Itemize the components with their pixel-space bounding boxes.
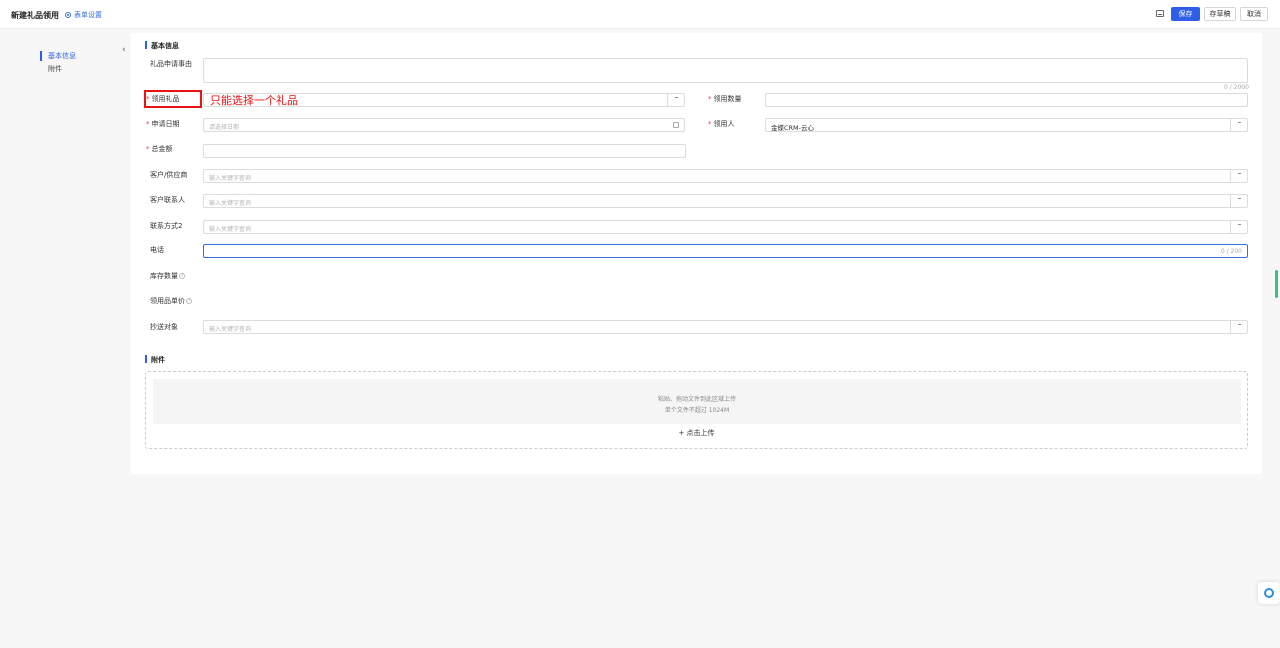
chevron-left-icon[interactable]: ‹ [122, 46, 129, 55]
recipient-select[interactable]: 金蝶CRM-云心 ··· [765, 118, 1248, 132]
more-icon[interactable]: ··· [1230, 119, 1247, 131]
total-amount-input[interactable] [203, 144, 686, 158]
apply-date-picker[interactable]: 请选择日期 [203, 118, 685, 132]
unit-price-label-text: 领用品单价 [150, 297, 185, 305]
click-upload-label: 点击上传 [686, 429, 715, 437]
more-icon[interactable]: ··· [1230, 221, 1247, 233]
drop-hint: 粘贴、拖动文件到此区域上传 [657, 396, 736, 403]
assistant-button[interactable] [1258, 582, 1280, 604]
recipient-label: * 领用人 [708, 119, 735, 129]
customer-supplier-label: 客户/供应商 [150, 171, 188, 179]
required-mark: * [146, 145, 150, 153]
settings-icon [65, 12, 71, 18]
unit-price-label: 领用品单价? [150, 296, 192, 306]
size-limit-hint: 单个文件不超过 1024M [664, 407, 730, 414]
page-title: 新建礼品领用 [11, 11, 59, 20]
nav-item-basic-info[interactable]: 基本信息 [40, 50, 76, 63]
plus-icon: + [678, 429, 687, 437]
contact-method2-input[interactable]: 输入关键字查询 ··· [203, 220, 1248, 234]
apply-date-placeholder: 请选择日期 [209, 124, 240, 131]
scrollbar-thumb[interactable] [1275, 270, 1278, 298]
section-title-basic: 基本信息 [145, 41, 179, 51]
phone-counter: 0 / 200 [1220, 248, 1242, 255]
help-icon[interactable]: ? [179, 273, 185, 279]
click-upload-button[interactable]: + 点击上传 [146, 428, 1247, 438]
drop-zone[interactable]: 粘贴、拖动文件到此区域上传 单个文件不超过 1024M [153, 379, 1241, 424]
more-icon[interactable]: ··· [667, 94, 684, 106]
contact-method2-label: 联系方式2 [150, 222, 183, 230]
cc-placeholder: 输入关键字查询 [209, 326, 252, 333]
quantity-label: * 领用数量 [708, 94, 742, 104]
phone-label: 电话 [150, 246, 164, 254]
cancel-button[interactable]: 取消 [1240, 7, 1268, 21]
form-settings-label: 表单设置 [74, 11, 102, 19]
customer-contact-label: 客户联系人 [150, 196, 185, 204]
recipient-label-text: 领用人 [713, 120, 735, 128]
save-draft-button[interactable]: 存草稿 [1204, 7, 1236, 21]
top-bar: 新建礼品领用 表单设置 保存 存草稿 取消 [0, 0, 1280, 29]
cc-input[interactable]: 输入关键字查询 ··· [203, 320, 1248, 334]
section-title-attachment: 附件 [145, 355, 165, 365]
assistant-icon [1264, 588, 1274, 598]
print-icon[interactable] [1156, 10, 1164, 17]
annotation-text: 只能选择一个礼品 [210, 94, 298, 107]
more-icon[interactable]: ··· [1230, 195, 1247, 207]
customer-contact-input[interactable]: 输入关键字查询 ··· [203, 194, 1248, 208]
upload-area[interactable]: 粘贴、拖动文件到此区域上传 单个文件不超过 1024M + 点击上传 [145, 371, 1248, 449]
nav-item-attachment[interactable]: 附件 [40, 63, 76, 76]
calendar-icon [673, 122, 679, 128]
required-mark: * [708, 95, 712, 103]
help-icon[interactable]: ? [186, 298, 192, 304]
quantity-label-text: 领用数量 [713, 95, 742, 103]
contact-method2-placeholder: 输入关键字查询 [209, 226, 252, 233]
required-mark: * [708, 120, 712, 128]
reason-counter: 0 / 2000 [1224, 84, 1249, 91]
customer-supplier-input[interactable]: 输入关键字查询 ··· [203, 169, 1248, 183]
save-button[interactable]: 保存 [1171, 7, 1200, 21]
more-icon[interactable]: ··· [1230, 170, 1247, 182]
customer-contact-placeholder: 输入关键字查询 [209, 200, 252, 207]
total-amount-label: * 总金额 [146, 144, 173, 154]
section-nav: 基本信息 附件 [40, 50, 76, 76]
cc-label: 抄送对象 [150, 323, 178, 331]
quantity-input[interactable] [765, 93, 1248, 107]
reason-textarea[interactable] [203, 58, 1248, 83]
phone-input[interactable]: 0 / 200 [203, 244, 1248, 258]
apply-date-label: * 申请日期 [146, 119, 180, 129]
total-amount-label-text: 总金额 [151, 145, 173, 153]
reason-label: 礼品申请事由 [150, 60, 192, 68]
customer-supplier-placeholder: 输入关键字查询 [209, 175, 252, 182]
highlight-box [144, 90, 202, 108]
stock-qty-label: 库存数量? [150, 271, 185, 281]
stock-qty-label-text: 库存数量 [150, 272, 178, 280]
more-icon[interactable]: ··· [1230, 321, 1247, 333]
recipient-value: 金蝶CRM-云心 [771, 124, 815, 132]
required-mark: * [146, 120, 150, 128]
apply-date-label-text: 申请日期 [151, 120, 180, 128]
form-settings-link[interactable]: 表单设置 [65, 10, 102, 20]
